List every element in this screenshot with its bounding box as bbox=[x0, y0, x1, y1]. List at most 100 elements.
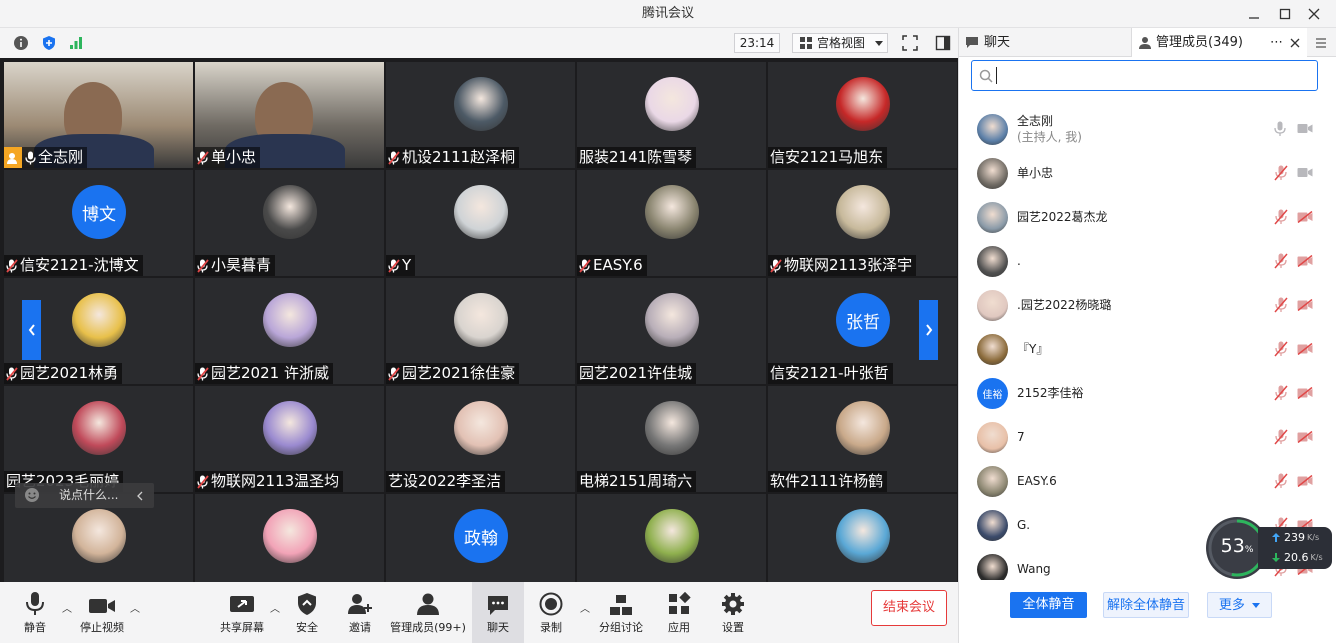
grid-prev-page-button[interactable] bbox=[22, 300, 41, 360]
participant-avatar: 博文 bbox=[72, 185, 126, 239]
member-avatar bbox=[977, 334, 1008, 365]
participant-tile[interactable]: 博文 信安2121-沈博文 bbox=[4, 170, 193, 276]
participant-tile[interactable] bbox=[768, 494, 957, 582]
sidebar-toggle-icon[interactable] bbox=[934, 34, 952, 52]
member-camera-off-icon[interactable] bbox=[1297, 343, 1313, 355]
top-toolbar: 23:14 宫格视图 bbox=[0, 28, 958, 58]
participant-tile[interactable]: 全志刚 bbox=[4, 62, 193, 168]
participant-tile[interactable] bbox=[195, 494, 384, 582]
participant-tile[interactable]: 艺设2022李圣洁 bbox=[386, 386, 575, 492]
signal-strength-icon[interactable] bbox=[67, 34, 85, 52]
member-camera-off-icon[interactable] bbox=[1297, 475, 1313, 487]
member-camera-icon[interactable] bbox=[1297, 167, 1313, 178]
participant-tile[interactable]: 电梯2151周琦六 bbox=[577, 386, 766, 492]
member-mic-muted-icon[interactable] bbox=[1274, 341, 1288, 357]
close-panel-icon[interactable] bbox=[1290, 38, 1300, 48]
fullscreen-icon[interactable] bbox=[901, 34, 919, 52]
manage-members-button[interactable]: 管理成员(99+) bbox=[390, 582, 466, 643]
member-row[interactable]: 佳裕 2152李佳裕 bbox=[959, 371, 1336, 415]
share-options-caret-icon[interactable]: ︿ bbox=[270, 600, 280, 615]
network-status-widget[interactable]: 53% 239 K/s 20.6 K/s bbox=[1206, 517, 1332, 579]
unmute-all-button[interactable]: 解除全体静音 bbox=[1103, 592, 1189, 618]
member-mic-muted-icon[interactable] bbox=[1274, 165, 1288, 181]
member-row[interactable]: .园艺2022杨晓璐 bbox=[959, 283, 1336, 327]
invite-button[interactable]: 邀请 bbox=[343, 582, 377, 643]
settings-button[interactable]: 设置 bbox=[716, 582, 750, 643]
view-mode-dropdown[interactable]: 宫格视图 bbox=[792, 33, 888, 53]
share-screen-button[interactable]: 共享屏幕 bbox=[218, 582, 266, 643]
member-camera-off-icon[interactable] bbox=[1297, 299, 1313, 311]
chat-button[interactable]: 聊天 bbox=[472, 582, 524, 643]
participant-tile[interactable]: 园艺2021许佳城 bbox=[577, 278, 766, 384]
mute-all-button[interactable]: 全体静音 bbox=[1010, 592, 1087, 618]
record-button[interactable]: 录制 bbox=[534, 582, 568, 643]
member-search-input[interactable] bbox=[971, 60, 1318, 91]
participant-avatar bbox=[454, 77, 508, 131]
security-button[interactable]: 安全 bbox=[290, 582, 324, 643]
participant-tile[interactable]: 政翰 bbox=[386, 494, 575, 582]
participant-tile[interactable]: 物联网2113温圣均 bbox=[195, 386, 384, 492]
more-options-icon[interactable]: ⋯ bbox=[1270, 28, 1283, 57]
quick-chat-input[interactable]: 说点什么... bbox=[15, 483, 154, 508]
audio-options-caret-icon[interactable]: ︿ bbox=[62, 600, 72, 615]
participant-tile[interactable] bbox=[577, 494, 766, 582]
participant-avatar bbox=[836, 185, 890, 239]
member-avatar bbox=[977, 158, 1008, 189]
muted-microphone-icon bbox=[197, 474, 209, 489]
member-mic-muted-icon[interactable] bbox=[1274, 429, 1288, 445]
grid-next-page-button[interactable] bbox=[919, 300, 938, 360]
member-row[interactable]: 『Y』 bbox=[959, 327, 1336, 371]
minimize-button[interactable] bbox=[1237, 0, 1271, 28]
member-camera-off-icon[interactable] bbox=[1297, 387, 1313, 399]
tab-manage-members[interactable]: 管理成员(349) ⋯ bbox=[1132, 28, 1307, 57]
participant-tile[interactable]: 小昊暮青 bbox=[195, 170, 384, 276]
video-camera-icon bbox=[89, 599, 115, 613]
member-row[interactable]: 全志刚 (主持人, 我) bbox=[959, 107, 1336, 151]
participant-tile[interactable]: EASY.6 bbox=[577, 170, 766, 276]
member-row[interactable]: . bbox=[959, 239, 1336, 283]
participant-name-label: 信安2121-叶张哲 bbox=[768, 363, 893, 384]
video-options-caret-icon[interactable]: ︿ bbox=[130, 600, 140, 615]
member-row[interactable]: EASY.6 bbox=[959, 459, 1336, 503]
member-camera-off-icon[interactable] bbox=[1297, 431, 1313, 443]
close-button[interactable] bbox=[1297, 0, 1331, 28]
member-row[interactable]: 单小忠 bbox=[959, 151, 1336, 195]
participant-tile[interactable]: 物联网2113张泽宇 bbox=[768, 170, 957, 276]
member-mic-muted-icon[interactable] bbox=[1274, 385, 1288, 401]
mute-button[interactable]: 静音 bbox=[14, 582, 56, 643]
stop-video-button[interactable]: 停止视频 bbox=[76, 582, 128, 643]
participant-tile[interactable]: Y bbox=[386, 170, 575, 276]
more-actions-dropdown[interactable]: 更多 bbox=[1207, 592, 1272, 618]
participant-tile[interactable]: 园艺2021徐佳豪 bbox=[386, 278, 575, 384]
participant-name-label: Y bbox=[386, 255, 416, 276]
participant-tile[interactable]: 软件2111许杨鹤 bbox=[768, 386, 957, 492]
member-mic-icon[interactable] bbox=[1274, 121, 1286, 137]
tab-chat[interactable]: 聊天 bbox=[965, 28, 1131, 57]
member-mic-muted-icon[interactable] bbox=[1274, 253, 1288, 269]
member-mic-muted-icon[interactable] bbox=[1274, 209, 1288, 225]
security-shield-icon[interactable] bbox=[40, 34, 58, 52]
member-camera-off-icon[interactable] bbox=[1297, 255, 1313, 267]
member-mic-muted-icon[interactable] bbox=[1274, 297, 1288, 313]
member-camera-icon[interactable] bbox=[1297, 123, 1313, 134]
member-row[interactable]: 7 bbox=[959, 415, 1336, 459]
upload-arrow-icon bbox=[1272, 533, 1280, 542]
panel-menu-icon[interactable] bbox=[1315, 37, 1327, 49]
member-camera-off-icon[interactable] bbox=[1297, 211, 1313, 223]
member-row[interactable]: 园艺2022葛杰龙 bbox=[959, 195, 1336, 239]
breakout-rooms-button[interactable]: 分组讨论 bbox=[596, 582, 646, 643]
meeting-info-icon[interactable] bbox=[12, 34, 30, 52]
participant-name-label: 物联网2113温圣均 bbox=[195, 471, 344, 492]
end-meeting-button[interactable]: 结束会议 bbox=[871, 590, 947, 626]
apps-button[interactable]: 应用 bbox=[662, 582, 696, 643]
participant-tile[interactable]: 单小忠 bbox=[195, 62, 384, 168]
collapse-chevron-icon[interactable] bbox=[136, 491, 144, 501]
participant-tile[interactable]: 园艺2023毛丽婷 bbox=[4, 386, 193, 492]
participant-tile[interactable]: 服装2141陈雪琴 bbox=[577, 62, 766, 168]
participant-tile[interactable]: 信安2121马旭东 bbox=[768, 62, 957, 168]
participant-tile[interactable]: 园艺2021 许浙威 bbox=[195, 278, 384, 384]
record-options-caret-icon[interactable]: ︿ bbox=[580, 600, 590, 615]
emoji-icon[interactable] bbox=[24, 487, 40, 503]
member-mic-muted-icon[interactable] bbox=[1274, 473, 1288, 489]
participant-tile[interactable]: 机设2111赵泽桐 bbox=[386, 62, 575, 168]
